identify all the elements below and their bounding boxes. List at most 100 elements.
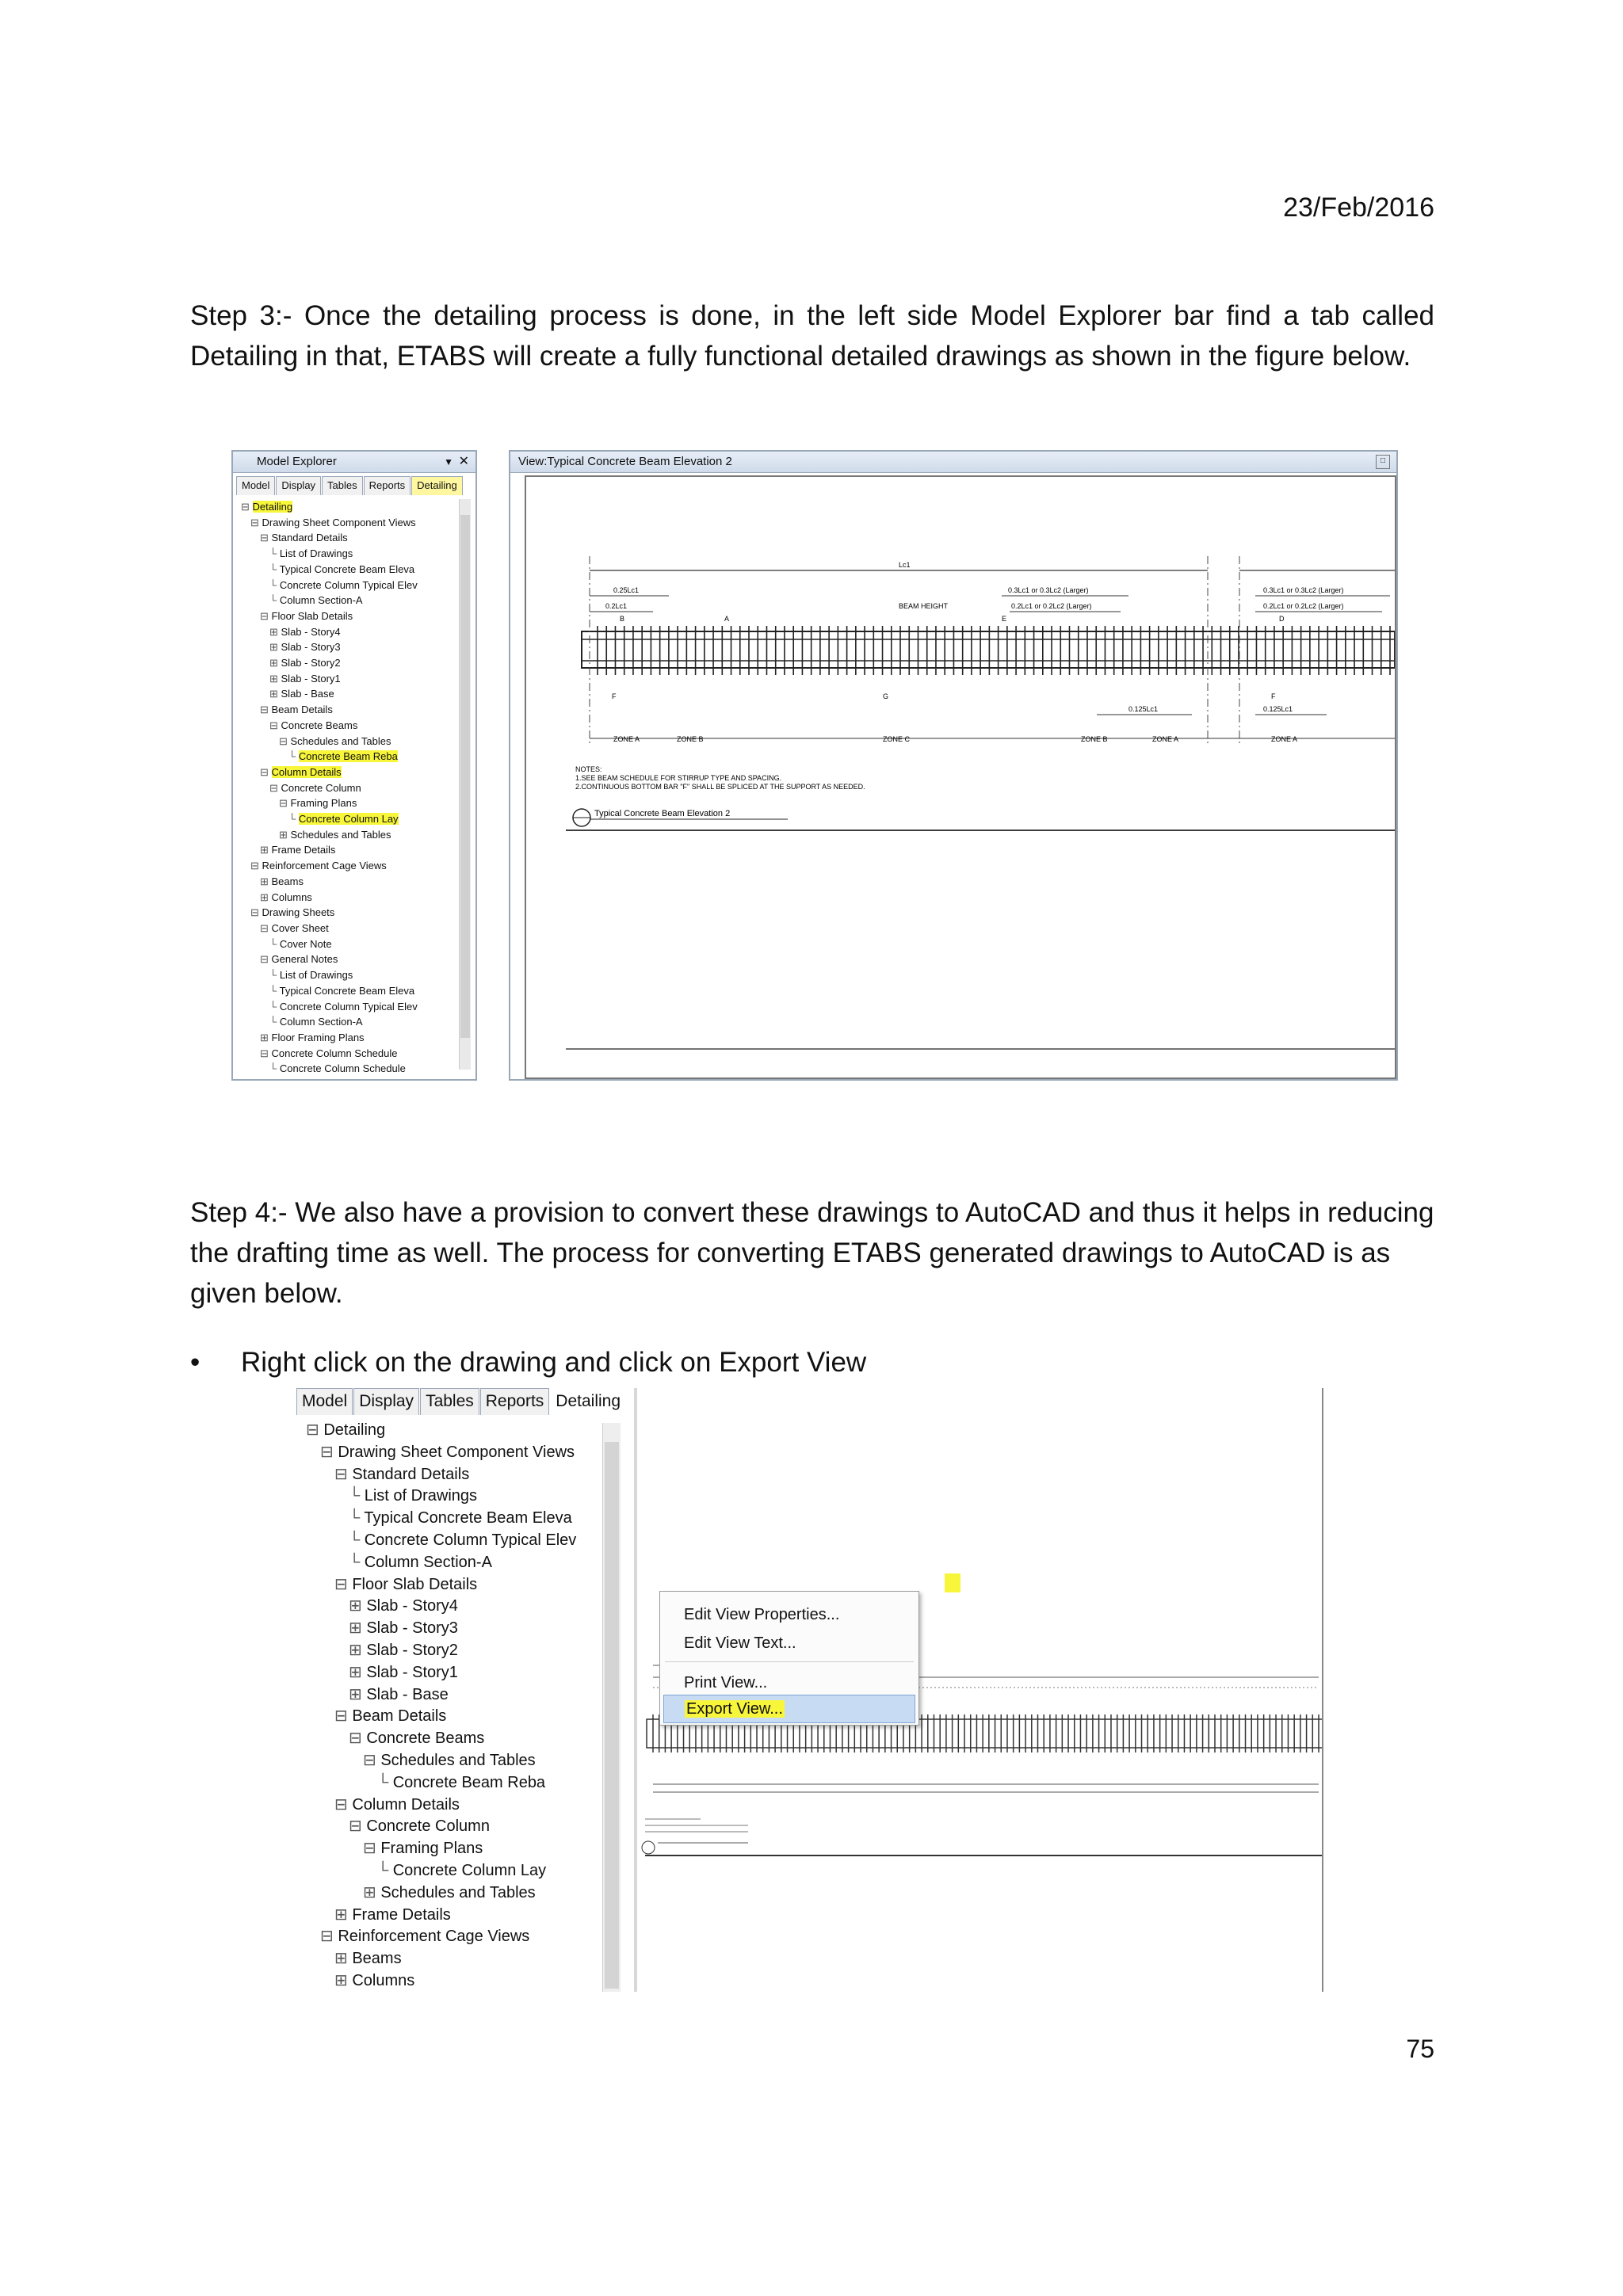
explorer2-tab-model[interactable]: Model [296, 1388, 353, 1415]
tree-node[interactable]: └ Column Section-A [241, 1014, 418, 1030]
tree-node[interactable]: ⊞ Slab - Story1 [241, 671, 418, 687]
tree-node[interactable]: └ Column Section-A [241, 593, 418, 608]
tree-node[interactable]: ⊞ Beams [306, 1948, 576, 1970]
tree-node[interactable]: ⊟ Framing Plans [306, 1838, 576, 1860]
tree-node[interactable]: └ Typical Concrete Beam Eleva [241, 562, 418, 578]
tree-node[interactable]: ⊟ Framing Plans [241, 795, 418, 811]
scrollbar-thumb-2[interactable] [605, 1442, 619, 1989]
collapse-icon[interactable]: ⊟ [260, 922, 272, 934]
collapse-icon[interactable]: ⊟ [260, 704, 272, 715]
collapse-icon[interactable]: ⊟ [349, 1730, 366, 1747]
tree-node[interactable]: └ Concrete Beam Reba [306, 1772, 576, 1794]
collapse-icon[interactable]: ⊟ [363, 1752, 380, 1769]
collapse-icon[interactable]: ⊟ [320, 1928, 338, 1945]
tree-node[interactable]: ⊟ Detailing [306, 1420, 576, 1442]
tree-node[interactable]: ⊞ Schedules and Tables [241, 827, 418, 843]
menu-edit-view-properties[interactable]: Edit View Properties... [684, 1601, 839, 1628]
collapse-icon[interactable]: ⊟ [349, 1817, 366, 1835]
expand-icon[interactable]: ⊞ [363, 1884, 380, 1901]
expand-icon[interactable]: ⊞ [349, 1642, 366, 1659]
menu-edit-view-text[interactable]: Edit View Text... [684, 1630, 796, 1657]
collapse-icon[interactable]: ⊟ [260, 766, 272, 778]
tree-node[interactable]: ⊟ Cover Sheet [241, 921, 418, 936]
expand-icon[interactable]: ⊞ [334, 1972, 352, 1989]
collapse-icon[interactable]: ⊟ [260, 953, 272, 965]
menu-export-view[interactable]: Export View... [685, 1700, 785, 1718]
expand-icon[interactable]: ⊞ [349, 1664, 366, 1681]
expand-icon[interactable]: ⊞ [349, 1619, 366, 1637]
tree-node[interactable]: ⊟ Schedules and Tables [241, 734, 418, 749]
tree-node[interactable]: └ List of Drawings [241, 546, 418, 562]
tree-node[interactable]: ⊞ Beams [241, 874, 418, 890]
explorer2-tab-detailing[interactable]: Detailing [550, 1388, 627, 1415]
tree-node[interactable]: ⊟ Beam Details [306, 1706, 576, 1728]
dropdown-arrow-icon[interactable]: ▼ [444, 452, 453, 472]
tree-node[interactable]: └ Concrete Column Schedule [241, 1061, 418, 1077]
collapse-icon[interactable]: ⊟ [279, 797, 291, 809]
expand-icon[interactable]: ⊞ [260, 844, 272, 856]
expand-icon[interactable]: ⊞ [260, 875, 272, 887]
tree-node[interactable]: ⊟ Concrete Column Schedule [241, 1046, 418, 1062]
tree-node[interactable]: ⊞ Slab - Base [306, 1684, 576, 1707]
maximize-icon[interactable]: □ [1376, 455, 1390, 469]
tree-scrollbar-2[interactable] [602, 1423, 621, 1992]
explorer-tab-detailing[interactable]: Detailing [411, 476, 463, 495]
tree-node[interactable]: ⊟ Concrete Column [306, 1816, 576, 1838]
tree-node[interactable]: ⊞ Slab - Story3 [306, 1618, 576, 1640]
explorer-tab-tables[interactable]: Tables [322, 476, 363, 495]
menu-export-view-highlight[interactable]: Export View... [663, 1695, 915, 1723]
tree-node[interactable]: ⊟ Concrete Column [241, 780, 418, 796]
tree-node[interactable]: ⊟ Floor Slab Details [306, 1574, 576, 1596]
expand-icon[interactable]: ⊞ [260, 1032, 272, 1043]
tree-node[interactable]: ⊞ Columns [241, 890, 418, 906]
collapse-icon[interactable]: ⊟ [241, 501, 253, 513]
tree-node[interactable]: ⊞ Slab - Story2 [241, 655, 418, 671]
tree-node[interactable]: ⊟ Floor Slab Details [241, 608, 418, 624]
explorer2-tab-tables[interactable]: Tables [420, 1388, 479, 1415]
menu-print-view[interactable]: Print View... [684, 1669, 767, 1696]
tree-node[interactable]: └ Concrete Column Typical Elev [306, 1530, 576, 1552]
tree-node[interactable]: └ List of Drawings [241, 967, 418, 983]
tree-node[interactable]: └ Concrete Column Lay [306, 1860, 576, 1882]
collapse-icon[interactable]: ⊟ [260, 610, 272, 622]
beam-elevation-drawing[interactable]: Lc1 0.25Lc1 0.2Lc1 B A E BEAM HEIGHT 0.3… [498, 475, 1396, 1079]
tree-node[interactable]: └ Column Section-A [306, 1552, 576, 1574]
tree-node[interactable]: ⊟ General Notes [241, 952, 418, 967]
collapse-icon[interactable]: ⊟ [279, 735, 291, 747]
tree-node[interactable]: ⊞ Slab - Base [241, 686, 418, 702]
explorer2-tab-reports[interactable]: Reports [479, 1388, 550, 1415]
collapse-icon[interactable]: ⊟ [334, 1796, 352, 1814]
tree-node[interactable]: └ Typical Concrete Beam Eleva [306, 1508, 576, 1530]
tree-node[interactable]: ⊞ Slab - Story4 [306, 1596, 576, 1618]
tree-node[interactable]: ⊟ Reinforcement Cage Views [306, 1926, 576, 1948]
expand-icon[interactable]: ⊞ [269, 673, 281, 685]
tree-node[interactable]: └ Concrete Column Typical Elev [241, 578, 418, 593]
tree-node[interactable]: ⊞ Schedules and Tables [306, 1882, 576, 1905]
expand-icon[interactable]: ⊞ [349, 1597, 366, 1615]
tree-node[interactable]: ⊟ Detailing [241, 499, 418, 515]
tree-node[interactable]: ⊞ Slab - Story2 [306, 1640, 576, 1662]
explorer-tab-model[interactable]: Model [236, 476, 276, 495]
expand-icon[interactable]: ⊞ [279, 829, 291, 841]
collapse-icon[interactable]: ⊟ [363, 1840, 380, 1857]
tree-node[interactable]: └ Concrete Column Typical Elev [241, 999, 418, 1015]
tree-node[interactable]: ⊟ Schedules and Tables [306, 1750, 576, 1772]
tree-node[interactable]: ⊟ Standard Details [241, 530, 418, 546]
tree-node[interactable]: ⊟ Beam Details [241, 702, 418, 718]
expand-icon[interactable]: ⊞ [260, 891, 272, 903]
tree-node[interactable]: ⊞ Slab - Story4 [241, 624, 418, 640]
collapse-icon[interactable]: ⊟ [269, 719, 281, 731]
tree-node[interactable]: └ Cover Note [241, 936, 418, 952]
tree-node[interactable]: ⊟ Standard Details [306, 1464, 576, 1486]
collapse-icon[interactable]: ⊟ [260, 532, 272, 543]
expand-icon[interactable]: ⊞ [269, 626, 281, 638]
tree-node[interactable]: ⊟ Column Details [306, 1794, 576, 1817]
tree-node[interactable]: ⊟ Reinforcement Cage Views [241, 858, 418, 874]
tree-node[interactable]: └ Concrete Column Lay [241, 811, 418, 827]
expand-icon[interactable]: ⊞ [334, 1906, 352, 1924]
explorer2-tab-display[interactable]: Display [353, 1388, 420, 1415]
tree-scrollbar[interactable] [459, 499, 471, 1070]
collapse-icon[interactable]: ⊟ [320, 1444, 338, 1461]
tree-node[interactable]: └ List of Drawings [306, 1486, 576, 1508]
tree-node[interactable]: └ Concrete Beam Reba [241, 749, 418, 765]
